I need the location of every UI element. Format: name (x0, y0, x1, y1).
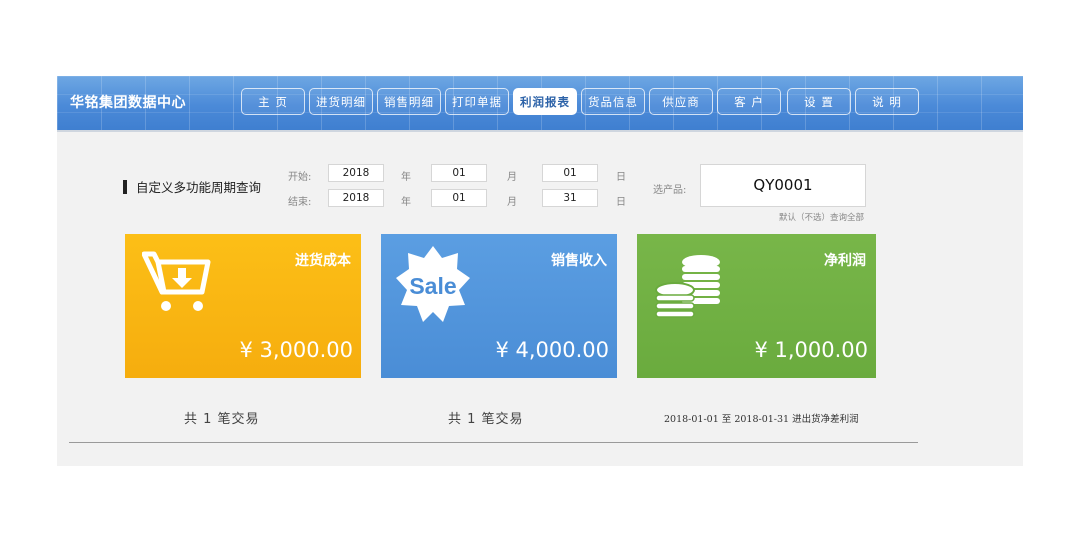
nav-purchase-detail-button[interactable]: 进货明细 (309, 88, 373, 115)
cost-transaction-count: 共 1 笔交易 (184, 412, 260, 427)
nav-sales-detail-button[interactable]: 销售明细 (377, 88, 441, 115)
bottom-divider (69, 442, 918, 443)
nav-print-button[interactable]: 打印单据 (445, 88, 509, 115)
end-day-unit: 日 (616, 197, 626, 208)
end-month-unit: 月 (507, 197, 517, 208)
title-marker (123, 179, 127, 194)
end-label: 结束: (288, 197, 312, 208)
start-year-input[interactable] (328, 164, 384, 182)
profit-card: 净利润 ¥ 1,000.00 (637, 234, 876, 378)
query-title-text: 自定义多功能周期查询 (136, 180, 262, 195)
start-month-unit: 月 (507, 172, 517, 183)
start-day-input[interactable] (542, 164, 598, 182)
cost-card-amount: ¥ 3,000.00 (239, 338, 353, 362)
end-year-input[interactable] (328, 189, 384, 207)
nav-supplier-button[interactable]: 供应商 (649, 88, 713, 115)
product-label: 选产品: (653, 185, 687, 196)
start-month-input[interactable] (431, 164, 487, 182)
sales-card-amount: ¥ 4,000.00 (495, 338, 609, 362)
start-day-unit: 日 (616, 172, 626, 183)
product-select[interactable]: QY0001 (700, 164, 866, 207)
app-window: 华铭集团数据中心 主 页 进货明细 销售明细 打印单据 利润报表 货品信息 供应… (57, 76, 1023, 466)
nav-help-button[interactable]: 说 明 (855, 88, 919, 115)
cost-card-title: 进货成本 (295, 253, 351, 269)
product-hint: 默认（不选）查询全部 (779, 213, 865, 223)
sales-transaction-count: 共 1 笔交易 (448, 412, 524, 427)
brand-title: 华铭集团数据中心 (70, 95, 186, 111)
header-bar: 华铭集团数据中心 主 页 进货明细 销售明细 打印单据 利润报表 货品信息 供应… (57, 76, 1023, 132)
start-year-unit: 年 (401, 172, 411, 183)
end-year-unit: 年 (401, 197, 411, 208)
sale-badge-icon: Sale (396, 246, 470, 322)
sales-card: Sale 销售收入 ¥ 4,000.00 (381, 234, 617, 378)
sales-card-title: 销售收入 (551, 253, 607, 269)
cart-download-icon (142, 251, 211, 311)
cost-card: 进货成本 ¥ 3,000.00 (125, 234, 361, 378)
end-month-input[interactable] (431, 189, 487, 207)
sale-badge-text: Sale (409, 273, 456, 299)
nav-profit-report-button[interactable]: 利润报表 (513, 88, 577, 115)
nav-home-button[interactable]: 主 页 (241, 88, 305, 115)
start-label: 开始: (288, 172, 312, 183)
nav-goods-info-button[interactable]: 货品信息 (581, 88, 645, 115)
nav-settings-button[interactable]: 设 置 (787, 88, 851, 115)
nav-customer-button[interactable]: 客 户 (717, 88, 781, 115)
profit-card-title: 净利润 (824, 253, 866, 269)
profit-range-note: 2018-01-01 至 2018-01-31 进出货净差利润 (664, 414, 859, 425)
end-day-input[interactable] (542, 189, 598, 207)
query-section-title: 自定义多功能周期查询 (123, 177, 261, 196)
profit-card-amount: ¥ 1,000.00 (754, 338, 868, 362)
coins-icon (655, 255, 720, 318)
